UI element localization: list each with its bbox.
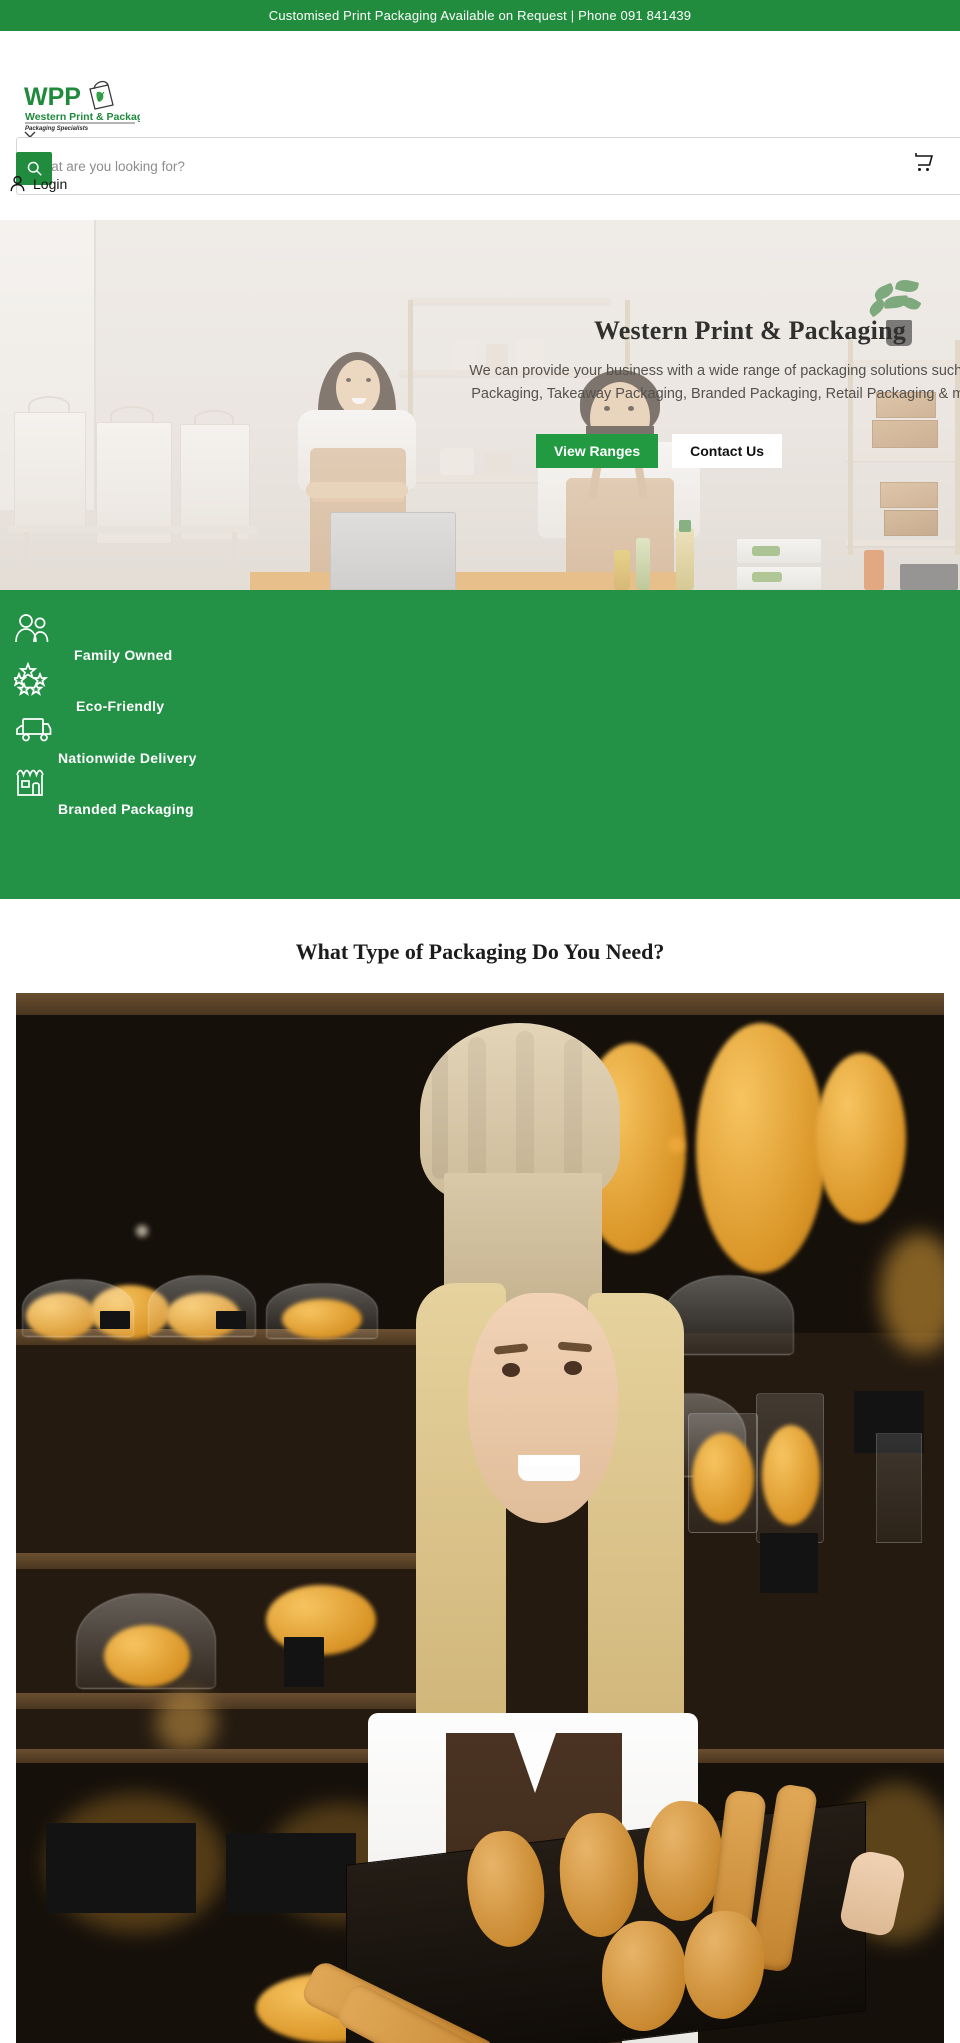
hero-cta-group: View Ranges Contact Us	[536, 434, 783, 468]
hero-subtitle-line2: Packaging, Takeaway Packaging, Branded P…	[471, 386, 960, 402]
svg-text:WPP: WPP	[24, 83, 81, 111]
feature-label-nationwide-delivery: Nationwide Delivery	[58, 750, 197, 766]
cart-icon	[915, 153, 934, 171]
search-input[interactable]	[16, 137, 960, 195]
packaging-type-section: What Type of Packaging Do You Need?	[0, 899, 960, 2043]
bakery-image	[16, 993, 944, 2043]
site-logo[interactable]: WPP Western Print & Packaging Packaging …	[22, 75, 140, 133]
leaves-stars-icon	[14, 662, 50, 696]
bakery-category-card[interactable]	[16, 993, 944, 2043]
page-title: What Type of Packaging Do You Need?	[295, 939, 665, 964]
hero-title: Western Print & Packaging	[594, 316, 906, 345]
hero-subtitle-line1: We can provide your business with a wide…	[469, 363, 960, 379]
storefront-icon	[14, 766, 50, 798]
features-band: Family Owned Eco-Friendly Nationwide Del	[0, 590, 960, 899]
hero-subtitle: We can provide your business with a wide…	[400, 360, 960, 406]
view-ranges-button[interactable]: View Ranges	[536, 434, 659, 468]
people-icon	[14, 612, 50, 644]
contact-us-button[interactable]: Contact Us	[672, 434, 783, 468]
delivery-truck-icon	[14, 714, 52, 744]
feature-label-branded-packaging: Branded Packaging	[58, 801, 194, 817]
announcement-text: Customised Print Packaging Available on …	[268, 8, 692, 23]
login-link[interactable]: Login	[8, 174, 67, 193]
svg-text:Western Print & Packaging: Western Print & Packaging	[25, 111, 140, 123]
hero-banner: Western Print & Packaging We can provide…	[0, 220, 960, 590]
user-icon	[10, 175, 25, 192]
feature-label-eco-friendly: Eco-Friendly	[76, 698, 165, 714]
cart-button[interactable]	[910, 149, 936, 175]
logo-svg: WPP Western Print & Packaging Packaging …	[24, 80, 140, 132]
hero-text-block: Western Print & Packaging We can provide…	[400, 316, 960, 468]
site-header: WPP Western Print & Packaging Packaging …	[0, 31, 960, 254]
login-label: Login	[33, 175, 68, 192]
feature-label-family-owned: Family Owned	[74, 647, 173, 663]
announcement-bar: Customised Print Packaging Available on …	[0, 0, 960, 31]
